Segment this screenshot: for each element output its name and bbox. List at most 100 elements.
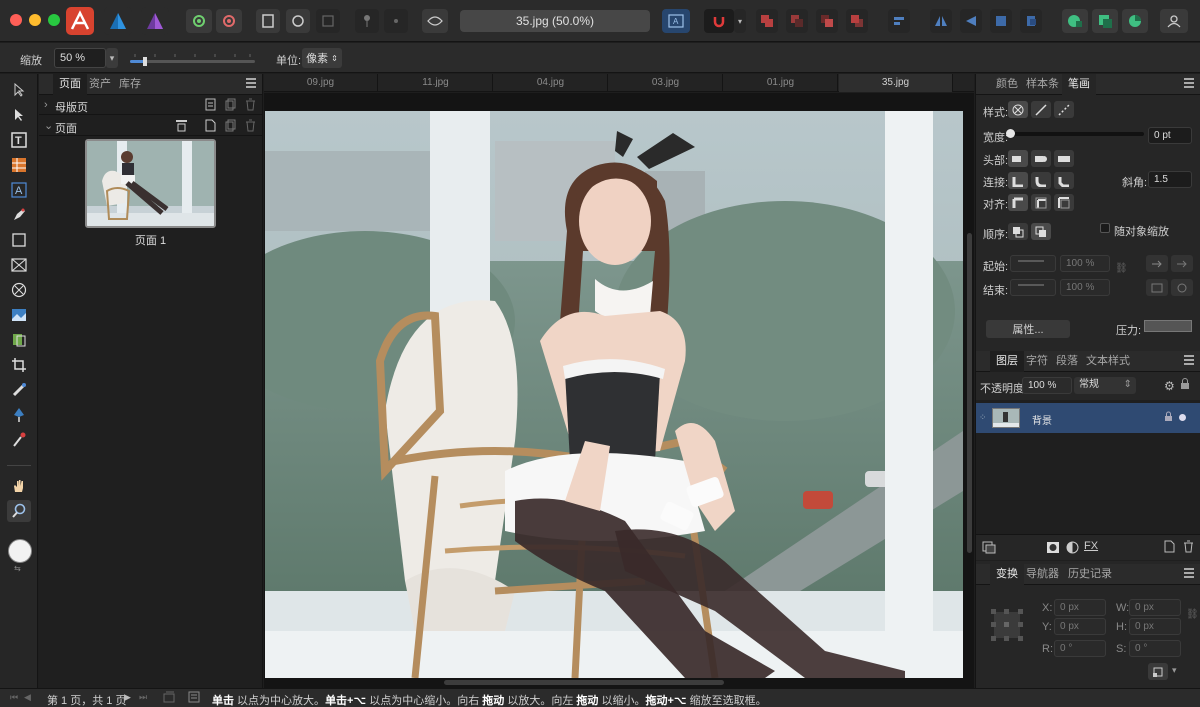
anchor-point-selector[interactable] — [990, 608, 1024, 642]
x-field[interactable]: 0 px — [1054, 599, 1106, 616]
align-center-icon[interactable] — [1008, 194, 1028, 211]
stroke-front-icon[interactable] — [1031, 223, 1051, 240]
doc-tab[interactable]: 11.jpg — [379, 74, 493, 92]
arrow-swap-icon[interactable] — [1146, 255, 1168, 272]
opacity-field[interactable]: 100 % — [1022, 377, 1072, 394]
pin-icon[interactable] — [355, 9, 379, 33]
align-inside-icon[interactable] — [1031, 194, 1051, 211]
character-icon[interactable] — [1062, 9, 1088, 33]
zoom-window-button[interactable] — [48, 14, 60, 26]
magnet-snapping-icon[interactable] — [704, 9, 734, 33]
link-chain-icon[interactable] — [422, 9, 448, 33]
shear-field[interactable]: 0 ° — [1129, 640, 1181, 657]
photo-persona-icon[interactable] — [141, 7, 169, 35]
clip-icon[interactable] — [316, 9, 340, 33]
layer-row-selected[interactable]: ⁘ 背景 — [976, 403, 1200, 433]
mask-icon[interactable] — [1046, 541, 1060, 557]
artistic-text-tool-icon[interactable]: A — [7, 179, 31, 201]
link-proportions-icon[interactable]: ⛓ — [1186, 609, 1199, 620]
settings-gear-icon[interactable] — [186, 9, 212, 33]
account-user-icon[interactable] — [1160, 9, 1188, 33]
start-scale-field[interactable]: 100 % — [1060, 255, 1110, 272]
arrow-rotate-icon[interactable] — [1171, 279, 1193, 296]
rotation-field[interactable]: 0 ° — [1054, 640, 1106, 657]
tab-assets[interactable]: 资产 — [83, 74, 117, 95]
properties-button[interactable]: 属性... — [986, 320, 1070, 338]
publisher-persona-icon[interactable] — [66, 7, 94, 35]
tab-text-styles[interactable]: 文本样式 — [1080, 351, 1136, 372]
tab-color[interactable]: 颜色 — [990, 74, 1024, 95]
node-tool-icon[interactable] — [7, 104, 31, 126]
dashed-line-icon[interactable] — [1054, 101, 1074, 118]
stroke-color-icon[interactable] — [1092, 9, 1118, 33]
layer-grip-icon[interactable]: ⁘ — [979, 412, 987, 423]
master-pages-row[interactable]: › 母版页 — [39, 95, 262, 115]
bevel-join-icon[interactable] — [1054, 172, 1074, 189]
blend-mode-dropdown[interactable]: 常规 ⇕ — [1074, 377, 1136, 394]
move-tool-icon[interactable] — [7, 79, 31, 101]
frame-text-tool-icon[interactable]: T — [7, 129, 31, 151]
panel-menu-icon[interactable] — [1184, 355, 1194, 367]
hand-tool-icon[interactable] — [7, 475, 31, 497]
round-join-icon[interactable] — [1031, 172, 1051, 189]
preferences-gear-icon[interactable] — [216, 9, 242, 33]
add-page-icon[interactable] — [205, 119, 216, 135]
solid-line-icon[interactable] — [1031, 101, 1051, 118]
end-arrow-select[interactable] — [1010, 279, 1056, 296]
stack-icon[interactable] — [163, 691, 175, 706]
width-slider-knob[interactable] — [1006, 129, 1015, 138]
preflight-icon[interactable] — [256, 9, 280, 33]
last-page-icon[interactable]: ⏭ — [139, 692, 147, 703]
rectangle-tool-icon[interactable] — [7, 229, 31, 251]
color-picker-tool-icon[interactable] — [7, 429, 31, 451]
layout-view-icon[interactable] — [188, 691, 200, 706]
arrow-right-icon[interactable] — [1171, 255, 1193, 272]
arrow-position-icon[interactable] — [1146, 279, 1168, 296]
document-photo[interactable] — [265, 111, 963, 678]
picture-frame-rectangle-icon[interactable] — [7, 254, 31, 276]
add-master-icon[interactable] — [205, 98, 216, 114]
tab-stock[interactable]: 库存 — [113, 74, 147, 95]
align-icon[interactable] — [888, 9, 910, 33]
canvas-area[interactable] — [264, 93, 974, 688]
layer-styles-icon[interactable] — [982, 541, 996, 557]
lock-icon[interactable] — [1180, 378, 1190, 393]
fill-swatch[interactable] — [8, 539, 32, 563]
tab-stroke[interactable]: 笔画 — [1062, 74, 1096, 95]
next-page-icon[interactable]: ▶ — [124, 692, 131, 703]
zoom-value-field[interactable]: 50 % — [54, 48, 106, 68]
layer-lock-icon[interactable] — [1164, 411, 1173, 425]
fill-tool-icon[interactable] — [7, 379, 31, 401]
rotate-right-icon[interactable] — [1020, 9, 1042, 33]
transform-origin-icon[interactable] — [1148, 663, 1168, 680]
place-image-tool-icon[interactable] — [7, 304, 31, 326]
trash-icon[interactable] — [245, 98, 256, 114]
adjustments-icon[interactable] — [1066, 541, 1079, 557]
tab-navigator[interactable]: 导航器 — [1020, 564, 1065, 585]
start-arrow-select[interactable] — [1010, 255, 1056, 272]
rotate-left-icon[interactable] — [990, 9, 1012, 33]
delete-page-trash-icon[interactable] — [245, 119, 256, 135]
pressure-graph[interactable] — [1144, 320, 1192, 332]
crop-tool-icon[interactable] — [7, 354, 31, 376]
stroke-behind-icon[interactable] — [1008, 223, 1028, 240]
y-field[interactable]: 0 px — [1054, 618, 1106, 635]
h-field[interactable]: 0 px — [1129, 618, 1181, 635]
align-outside-icon[interactable] — [1054, 194, 1074, 211]
view-mode-icon[interactable] — [286, 9, 310, 33]
tab-character[interactable]: 字符 — [1020, 351, 1054, 372]
miter-field[interactable]: 1.5 — [1148, 171, 1192, 188]
first-page-icon[interactable]: ⏮ — [10, 692, 18, 703]
previous-page-icon[interactable]: ◀ — [24, 692, 31, 703]
doc-tab[interactable]: 04.jpg — [494, 74, 608, 92]
tab-paragraph[interactable]: 段落 — [1050, 351, 1084, 372]
end-scale-field[interactable]: 100 % — [1060, 279, 1110, 296]
horizontal-scrollbar[interactable] — [444, 680, 724, 685]
doc-tab[interactable]: 03.jpg — [609, 74, 723, 92]
no-stroke-icon[interactable] — [1008, 101, 1028, 118]
zoom-dropdown-chevron-icon[interactable]: ▾ — [106, 48, 118, 68]
page-layout-icon[interactable] — [175, 119, 188, 135]
text-frame-icon[interactable]: A — [662, 9, 690, 33]
tab-layers[interactable]: 图层 — [990, 351, 1024, 372]
w-field[interactable]: 0 px — [1129, 599, 1181, 616]
